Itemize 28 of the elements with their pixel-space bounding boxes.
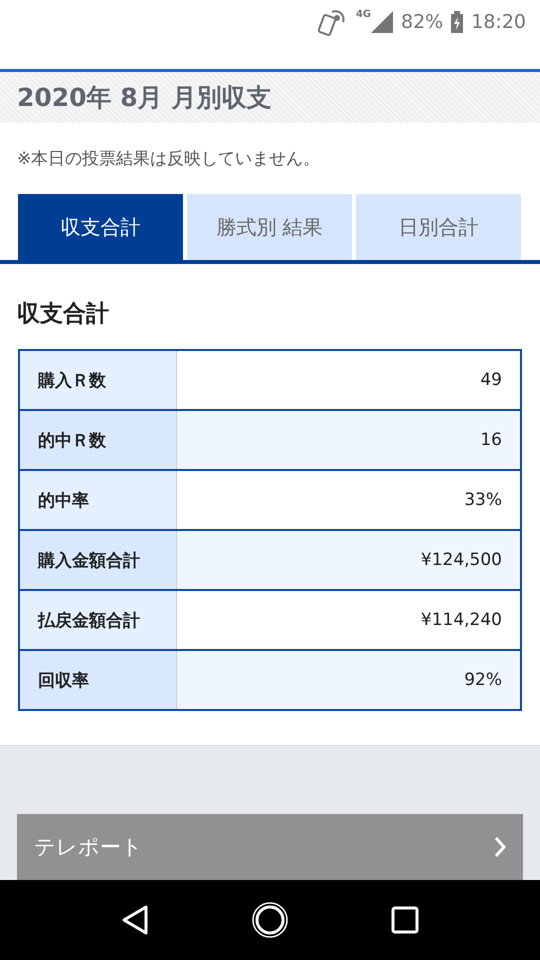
- row-label: 購入金額合計: [20, 531, 177, 589]
- battery-charging-icon: [451, 11, 464, 33]
- row-value: 49: [479, 369, 503, 392]
- page-title: 2020年 8月 月別収支: [17, 82, 272, 114]
- row-value: 16: [479, 429, 503, 452]
- network-type: 4G: [356, 9, 371, 20]
- link-button[interactable]: テレポート: [17, 814, 523, 880]
- row-label: 的中率: [20, 471, 177, 529]
- tab[interactable]: 勝式別 結果: [187, 194, 352, 260]
- clock: 18:20: [471, 11, 526, 33]
- row-label: 的中Ｒ数: [20, 411, 177, 469]
- signal-icon: [371, 11, 393, 33]
- back-button[interactable]: [121, 904, 149, 936]
- recents-button[interactable]: [391, 906, 419, 934]
- row-value: ¥114,240: [420, 609, 503, 632]
- row-value: 92%: [463, 669, 503, 692]
- row-label: 払戻金額合計: [20, 591, 177, 649]
- chevron-right-icon: [493, 836, 507, 858]
- row-value: ¥124,500: [420, 549, 503, 572]
- row-label: 購入Ｒ数: [20, 351, 177, 409]
- row-value: 33%: [463, 489, 503, 512]
- notice-text: ※本日の投票結果は反映していません。: [16, 148, 322, 170]
- battery-percent: 82%: [401, 11, 444, 33]
- tab[interactable]: 収支合計: [18, 194, 183, 260]
- section-title: 収支合計: [17, 300, 110, 329]
- home-button[interactable]: [251, 901, 289, 939]
- row-label: 回収率: [20, 651, 177, 709]
- tab[interactable]: 日別合計: [356, 194, 521, 260]
